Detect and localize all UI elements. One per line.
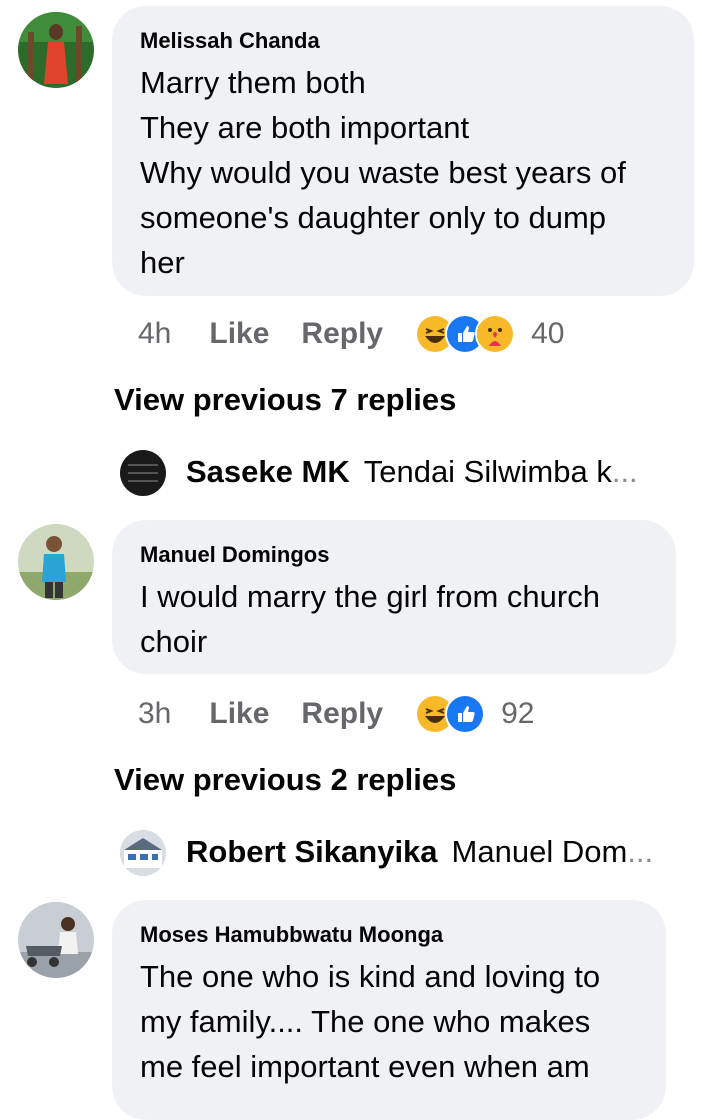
avatar-photo-robert bbox=[120, 830, 166, 876]
avatar-photo-moses bbox=[18, 902, 94, 978]
reply-ellipsis: ... bbox=[611, 454, 638, 489]
comment-bubble: Melissah Chanda Marry them both They are… bbox=[112, 6, 694, 296]
avatar[interactable] bbox=[18, 524, 94, 600]
latest-reply-preview[interactable]: Saseke MK Tendai Silwimba k... bbox=[186, 454, 638, 490]
comment-text: The one who is kind and loving to my fam… bbox=[140, 959, 601, 1084]
latest-reply-preview[interactable]: Robert Sikanyika Manuel Dom... bbox=[186, 834, 653, 870]
avatar-photo-melissah bbox=[18, 12, 94, 88]
avatar[interactable] bbox=[18, 12, 94, 88]
reply-snippet: Tendai Silwimba k bbox=[363, 454, 612, 489]
comment-text: I would marry the girl from church choir bbox=[140, 579, 600, 659]
reply-button[interactable]: Reply bbox=[301, 697, 383, 731]
comment-bubble: Moses Hamubbwatu Moonga The one who is k… bbox=[112, 900, 666, 1120]
avatar-photo-manuel bbox=[18, 524, 94, 600]
reply-snippet: Manuel Dom bbox=[451, 834, 628, 869]
like-button[interactable]: Like bbox=[209, 697, 269, 731]
view-previous-replies-link[interactable]: View previous 2 replies bbox=[114, 762, 456, 798]
comment-timestamp[interactable]: 4h bbox=[138, 317, 171, 351]
avatar[interactable] bbox=[18, 902, 94, 978]
comment-author[interactable]: Manuel Domingos bbox=[140, 542, 648, 568]
care-reaction-icon bbox=[475, 314, 516, 354]
avatar[interactable] bbox=[120, 450, 166, 496]
comment-timestamp[interactable]: 3h bbox=[138, 697, 171, 731]
reply-button[interactable]: Reply bbox=[301, 317, 383, 351]
reaction-count[interactable]: 92 bbox=[501, 697, 534, 731]
comment-actions: 4h Like Reply 40 bbox=[138, 314, 564, 354]
avatar-photo-saseke bbox=[120, 450, 166, 496]
reaction-count[interactable]: 40 bbox=[531, 317, 564, 351]
comment-actions: 3h Like Reply 92 bbox=[138, 694, 534, 734]
comment-text: Marry them both They are both important … bbox=[140, 65, 626, 280]
reaction-icons[interactable] bbox=[415, 694, 486, 734]
reply-author[interactable]: Robert Sikanyika bbox=[186, 834, 438, 870]
reaction-icons[interactable] bbox=[415, 314, 516, 354]
avatar[interactable] bbox=[120, 830, 166, 876]
reply-ellipsis: ... bbox=[627, 834, 654, 869]
comment-author[interactable]: Melissah Chanda bbox=[140, 28, 666, 54]
view-previous-replies-link[interactable]: View previous 7 replies bbox=[114, 382, 456, 418]
comment-bubble: Manuel Domingos I would marry the girl f… bbox=[112, 520, 676, 674]
like-reaction-icon bbox=[445, 694, 486, 734]
reply-author[interactable]: Saseke MK bbox=[186, 454, 350, 490]
like-button[interactable]: Like bbox=[209, 317, 269, 351]
comment-author[interactable]: Moses Hamubbwatu Moonga bbox=[140, 922, 638, 948]
